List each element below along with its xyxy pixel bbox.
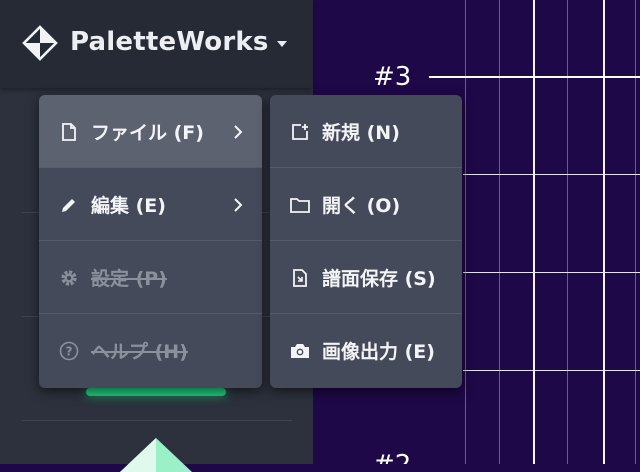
file-submenu: 新規 (N) 開く (O) 譜面保存 (S) 画像出力 (E) <box>270 95 462 388</box>
beat-line <box>463 174 640 175</box>
pencil-icon <box>59 195 79 215</box>
main-menu: ファイル (F) 編集 (E) 設定 (P) ? ヘルプ (H) <box>39 95 262 388</box>
measure-marker: #2 <box>373 450 411 464</box>
submenu-item-new[interactable]: 新規 (N) <box>270 95 462 168</box>
lane-line <box>533 0 535 464</box>
menu-item-help[interactable]: ? ヘルプ (H) <box>39 314 262 387</box>
submenu-item-export-image[interactable]: 画像出力 (E) <box>270 314 462 387</box>
beat-line <box>463 370 640 371</box>
measure-line <box>429 76 640 78</box>
measure-marker: #3 <box>373 62 412 92</box>
selection-glow <box>86 388 226 396</box>
chevron-right-icon <box>234 124 243 139</box>
logo-icon <box>22 25 58 61</box>
beat-line <box>463 272 640 273</box>
file-icon <box>59 122 79 142</box>
app-title: PaletteWorks <box>70 27 269 57</box>
chevron-down-icon[interactable] <box>276 40 288 48</box>
gear-icon <box>59 268 79 288</box>
help-circle-icon: ? <box>59 341 79 361</box>
menu-item-settings[interactable]: 設定 (P) <box>39 241 262 314</box>
menu-item-label: ヘルプ (H) <box>91 341 188 363</box>
menu-item-edit[interactable]: 編集 (E) <box>39 168 262 241</box>
divider <box>22 420 292 421</box>
submenu-item-label: 画像出力 (E) <box>322 341 435 363</box>
camera-icon <box>290 341 310 361</box>
menu-item-file[interactable]: ファイル (F) <box>39 95 262 168</box>
svg-text:?: ? <box>66 344 73 358</box>
app-header[interactable]: PaletteWorks <box>0 0 313 88</box>
menu-item-label: 編集 (E) <box>91 195 166 217</box>
grid-line <box>465 0 466 464</box>
submenu-item-label: 譜面保存 (S) <box>322 268 436 290</box>
note-gem-icon <box>120 438 192 472</box>
grid-line <box>635 0 636 464</box>
new-file-icon <box>290 122 310 142</box>
grid-line <box>567 0 568 464</box>
submenu-item-save-score[interactable]: 譜面保存 (S) <box>270 241 462 314</box>
chevron-right-icon <box>234 197 243 212</box>
grid-line <box>499 0 500 464</box>
folder-icon <box>290 195 310 215</box>
submenu-item-label: 新規 (N) <box>322 122 400 144</box>
submenu-item-label: 開く (O) <box>322 195 401 217</box>
menu-item-label: ファイル (F) <box>91 122 204 144</box>
lane-line <box>603 0 605 464</box>
submenu-item-open[interactable]: 開く (O) <box>270 168 462 241</box>
save-score-icon <box>290 268 310 288</box>
menu-item-label: 設定 (P) <box>91 268 167 290</box>
